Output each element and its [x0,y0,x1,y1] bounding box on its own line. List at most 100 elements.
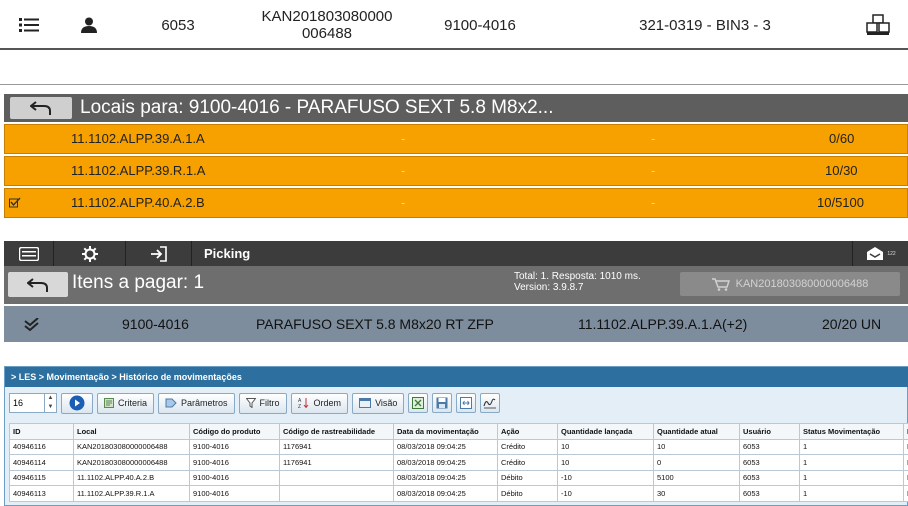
table-cell: 5100 [653,469,740,486]
location-qty: 10/5100 [817,195,864,210]
table-cell [279,485,394,502]
location-row[interactable]: 11.1102.ALPP.40.A.2.B - - 10/5100 [4,188,908,218]
table-cell: 40946115 [9,469,74,486]
table-cell: 30 [653,485,740,502]
picking-toolbar: Picking 122 [4,241,908,266]
les-toolbar: 16 ▲ ▼ Criteria Parâmetros Filtro AZ Orde… [9,391,905,415]
table-cell: 40946113 [9,485,74,502]
table-row[interactable]: 40946115 11.1102.ALPP.40.A.2.B 9100-4016 08… [9,469,908,486]
divider [0,84,908,85]
table-cell: -10 [557,485,654,502]
picking-header: Itens a pagar: 1 Total: 1. Resposta: 101… [4,266,908,304]
table-cell: 6053 [739,469,800,486]
top-header: 6053 KAN201803080000 006488 9100-4016 32… [0,0,908,50]
column-header[interactable]: Local [73,423,190,440]
table-cell: 08/03/2018 09:04:25 [393,469,498,486]
column-header[interactable]: Quantidade atual [653,423,740,440]
table-cell: 1 [799,485,904,502]
items-to-pay-title: Itens a pagar: 1 [72,272,205,293]
table-cell: 08/03/2018 09:04:25 [393,485,498,502]
table-cell: 1 [799,454,904,471]
column-header[interactable]: Ação [497,423,558,440]
table-cell: E [903,485,908,502]
table-cell: 1176941 [279,454,394,471]
location-qty: 10/30 [825,163,858,178]
filtro-button[interactable]: Filtro [238,392,287,414]
ordem-button[interactable]: AZ Ordem [290,392,349,414]
user-icon [76,0,102,50]
run-button[interactable] [61,392,93,414]
table-cell: Débito [497,485,558,502]
table-cell: 08/03/2018 09:04:25 [393,454,498,471]
cart-label: KAN201803080000006488 [735,278,869,290]
table-cell: 9100-4016 [189,485,280,502]
column-header[interactable]: ID [9,423,74,440]
export-excel-icon[interactable] [408,393,429,413]
criteria-icon [104,398,114,408]
product-code: 9100-4016 [444,16,516,34]
table-cell: KAN201803080000006488 [73,438,190,455]
column-header[interactable]: N [903,423,908,440]
movements-table: ID Local Código do produto Código de ras… [9,423,908,502]
filter-icon [245,398,256,408]
parametros-button[interactable]: Parâmetros [158,392,235,414]
stepper-arrows-icon[interactable]: ▲ ▼ [44,394,56,412]
column-header[interactable]: Código de rastreabilidade [279,423,394,440]
list-icon[interactable] [14,0,44,50]
picking-item-row[interactable]: 9100-4016 PARAFUSO SEXT 5.8 M8x20 RT ZFP… [4,306,908,342]
table-cell: 11.1102.ALPP.40.A.2.B [73,469,190,486]
table-header: ID Local Código do produto Código de ras… [9,423,908,440]
user-count: 6053 [161,16,195,34]
back-button[interactable] [10,97,72,119]
signature-icon[interactable] [480,393,501,413]
table-cell: 11.1102.ALPP.39.R.1.A [73,485,190,502]
table-cell: 10 [653,438,740,455]
expand-icon[interactable] [456,393,477,413]
table-cell: Crédito [497,438,558,455]
table-cell: 40946116 [9,438,74,455]
location-code: 11.1102.ALPP.40.A.2.B [71,195,205,210]
location-code: 11.1102.ALPP.39.A.1.A [71,131,205,146]
table-cell: 0 [653,454,740,471]
inbox-badge: 122 [887,250,896,257]
column-header[interactable]: Data da movimentação [393,423,498,440]
breadcrumb: > LES > Movimentação > Histórico de movi… [5,367,908,387]
column-header[interactable]: Status Movimentação [799,423,904,440]
inbox-icon[interactable]: 122 [852,241,908,266]
menu-icon[interactable] [4,241,54,266]
table-cell: 6053 [739,454,800,471]
table-cell: KAN201803080000006488 [73,454,190,471]
criteria-button[interactable]: Criteria [97,392,155,414]
bin-location: 321-0319 - BIN3 - 3 [639,16,771,34]
column-header[interactable]: Quantidade lançada [557,423,654,440]
login-icon[interactable] [126,241,192,266]
sort-az-icon: AZ [298,398,308,409]
svg-text:Z: Z [298,404,301,409]
location-row[interactable]: 11.1102.ALPP.39.R.1.A - - 10/30 [4,156,908,186]
table-row[interactable]: 40946116 KAN201803080000006488 9100-4016 11… [9,438,908,455]
column-header[interactable]: Código do produto [189,423,280,440]
boxes-icon[interactable] [862,0,894,50]
table-cell: 08/03/2018 09:04:25 [393,438,498,455]
location-code: 11.1102.ALPP.39.R.1.A [71,163,206,178]
table-row[interactable]: 40946114 KAN201803080000006488 9100-4016 11… [9,454,908,471]
view-icon [359,398,372,408]
item-qty: 20/20 UN [822,316,882,332]
location-qty: 0/60 [829,131,855,146]
table-cell: E [903,469,908,486]
les-panel: > LES > Movimentação > Histórico de movi… [4,366,908,506]
double-check-icon [24,317,40,333]
column-header[interactable]: Usuário [739,423,800,440]
table-cell: -10 [557,469,654,486]
cart-button[interactable]: KAN201803080000006488 [680,272,900,296]
location-row[interactable]: 11.1102.ALPP.39.A.1.A - - 0/60 [4,124,908,154]
page-size-stepper[interactable]: 16 ▲ ▼ [9,393,57,413]
back-button[interactable] [8,272,68,297]
table-cell: 6053 [739,438,800,455]
table-row[interactable]: 40946113 11.1102.ALPP.39.R.1.A 9100-4016 08… [9,485,908,502]
back-arrow-icon [30,101,51,115]
visao-button[interactable]: Visão [352,392,405,414]
save-icon[interactable] [432,393,453,413]
table-cell: 9100-4016 [189,438,280,455]
gear-icon[interactable] [54,241,126,266]
